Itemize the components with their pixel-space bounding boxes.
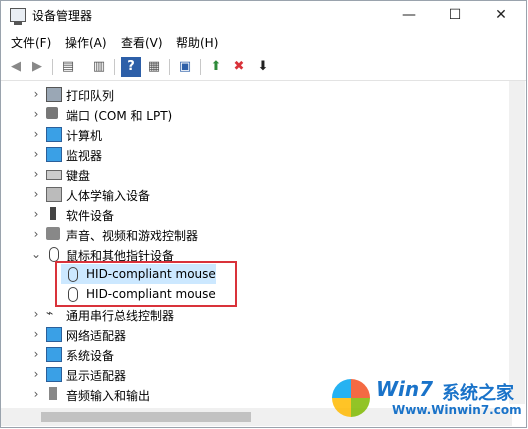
toolbar-separator xyxy=(114,59,115,75)
tree-item-keyboards[interactable]: › 键盘 xyxy=(1,164,501,184)
properties-icon[interactable]: ▤ xyxy=(58,57,78,77)
tree-item-label: 声音、视频和游戏控制器 xyxy=(66,229,199,243)
vertical-scrollbar[interactable] xyxy=(509,81,525,404)
menu-bar: 文件(F) 操作(A) 查看(V) 帮助(H) xyxy=(1,31,526,53)
chevron-right-icon[interactable]: › xyxy=(30,347,42,361)
menu-help[interactable]: 帮助(H) xyxy=(176,34,218,51)
tree-item-print-queues[interactable]: › 打印队列 xyxy=(1,84,501,104)
chevron-right-icon[interactable]: › xyxy=(30,207,42,221)
tree-item-label: 监视器 xyxy=(66,149,103,163)
menu-action[interactable]: 操作(A) xyxy=(65,34,107,51)
chevron-right-icon[interactable]: › xyxy=(30,167,42,181)
tree-item-label: 通用串行总线控制器 xyxy=(66,309,175,323)
chevron-right-icon[interactable]: › xyxy=(30,87,42,101)
tree-item-usb[interactable]: › ⌁ 通用串行总线控制器 xyxy=(1,304,501,324)
sound-icon xyxy=(46,227,60,240)
printer-icon xyxy=(46,87,62,102)
maximize-button[interactable]: ☐ xyxy=(432,1,478,29)
port-icon xyxy=(46,107,58,119)
toolbar-separator xyxy=(169,59,170,75)
display-adapter-icon xyxy=(46,367,62,382)
device-tree: › 打印队列 › 端口 (COM 和 LPT) › 计算机 › 监视器 › 键盘… xyxy=(1,81,511,404)
forward-icon[interactable]: ▶ xyxy=(27,57,47,77)
windows-logo-icon xyxy=(332,379,370,417)
chevron-right-icon[interactable]: › xyxy=(30,107,42,121)
chevron-down-icon[interactable]: ⌄ xyxy=(30,247,42,261)
tree-item-label: 打印队列 xyxy=(66,89,115,103)
window-title: 设备管理器 xyxy=(32,9,93,23)
title-bar: 设备管理器 — ☐ ✕ xyxy=(1,1,526,29)
hid-icon xyxy=(46,187,62,202)
tree-item-software-devices[interactable]: › 软件设备 xyxy=(1,204,501,224)
tree-item-label: 系统设备 xyxy=(66,349,115,363)
monitor-icon xyxy=(46,147,62,162)
watermark: Win7 系统之家 Www.Winwin7.com xyxy=(332,375,522,421)
view-icon[interactable]: ▦ xyxy=(144,57,164,77)
red-highlight-box xyxy=(55,261,237,307)
tree-item-sound[interactable]: › 声音、视频和游戏控制器 xyxy=(1,224,501,244)
menu-file[interactable]: 文件(F) xyxy=(11,34,51,51)
toolbar-separator xyxy=(52,59,53,75)
tree-item-label: 键盘 xyxy=(66,169,91,183)
download-icon[interactable]: ⬇ xyxy=(253,57,273,77)
tree-item-hid[interactable]: › 人体学输入设备 xyxy=(1,184,501,204)
computer-icon xyxy=(46,127,62,142)
toolbar: ◀ ▶ ▤ ▥ ? ▦ ▣ ⬆ ✖ ⬇ xyxy=(1,54,526,81)
tree-item-label: 软件设备 xyxy=(66,209,115,223)
watermark-url: Www.Winwin7.com xyxy=(392,403,522,417)
scrollbar-thumb[interactable] xyxy=(41,412,251,422)
chevron-right-icon[interactable]: › xyxy=(30,227,42,241)
device-manager-window: 设备管理器 — ☐ ✕ 文件(F) 操作(A) 查看(V) 帮助(H) ◀ ▶ … xyxy=(0,0,527,428)
tree-item-computer[interactable]: › 计算机 xyxy=(1,124,501,144)
scan-hardware-icon[interactable]: ▣ xyxy=(175,57,195,77)
software-device-icon xyxy=(50,207,56,220)
minimize-button[interactable]: — xyxy=(386,1,432,29)
keyboard-icon xyxy=(46,170,62,180)
chevron-right-icon[interactable]: › xyxy=(30,307,42,321)
tree-item-system-devices[interactable]: › 系统设备 xyxy=(1,344,501,364)
help-icon[interactable]: ? xyxy=(121,57,141,77)
chevron-right-icon[interactable]: › xyxy=(30,327,42,341)
menu-view[interactable]: 查看(V) xyxy=(121,34,163,51)
tree-item-label: 端口 (COM 和 LPT) xyxy=(66,109,173,123)
chevron-right-icon[interactable]: › xyxy=(30,147,42,161)
device-manager-icon xyxy=(10,8,26,25)
mouse-icon xyxy=(49,247,59,262)
network-icon xyxy=(46,327,62,342)
tree-item-label: 显示适配器 xyxy=(66,369,127,383)
tree-item-label: 网络适配器 xyxy=(66,329,127,343)
update-driver-icon[interactable]: ▥ xyxy=(89,57,109,77)
uninstall-icon[interactable]: ✖ xyxy=(229,57,249,77)
tree-item-label: 计算机 xyxy=(66,129,103,143)
system-device-icon xyxy=(46,347,62,362)
toolbar-separator xyxy=(200,59,201,75)
watermark-cn: 系统之家 xyxy=(442,383,514,404)
tree-item-label: 人体学输入设备 xyxy=(66,189,151,203)
back-icon[interactable]: ◀ xyxy=(6,57,26,77)
chevron-right-icon[interactable]: › xyxy=(30,387,42,401)
chevron-right-icon[interactable]: › xyxy=(30,127,42,141)
audio-icon xyxy=(49,387,57,400)
tree-item-label: 音频输入和输出 xyxy=(66,389,151,403)
chevron-right-icon[interactable]: › xyxy=(30,367,42,381)
chevron-right-icon[interactable]: › xyxy=(30,187,42,201)
close-button[interactable]: ✕ xyxy=(478,1,524,29)
watermark-brand: Win7 xyxy=(376,377,434,401)
usb-icon: ⌁ xyxy=(46,306,54,320)
tree-item-ports[interactable]: › 端口 (COM 和 LPT) xyxy=(1,104,501,124)
tree-item-monitors[interactable]: › 监视器 xyxy=(1,144,501,164)
tree-item-network[interactable]: › 网络适配器 xyxy=(1,324,501,344)
add-driver-icon[interactable]: ⬆ xyxy=(206,57,226,77)
